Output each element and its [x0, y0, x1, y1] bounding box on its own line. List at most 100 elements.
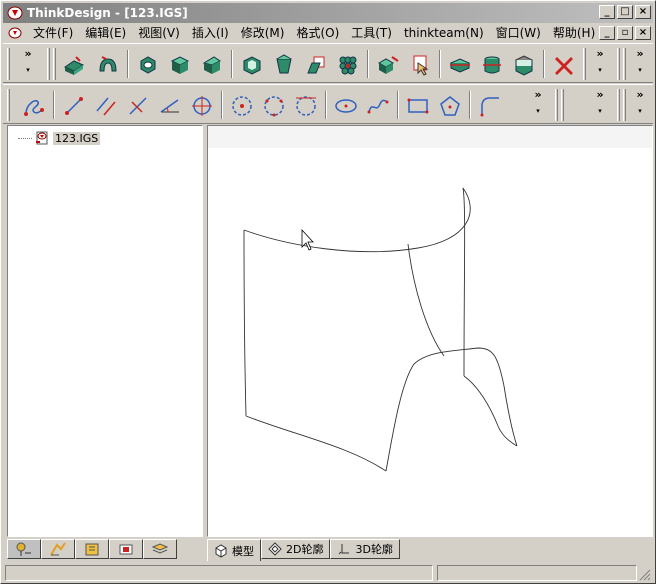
doc-restore-button[interactable]: ▫	[617, 26, 633, 40]
doc-minimize-button[interactable]: _	[599, 26, 615, 40]
surface-edge-lower-right	[463, 375, 518, 447]
tab-model[interactable]: 模型	[207, 539, 261, 561]
status-bar	[3, 563, 653, 583]
menu-help[interactable]: 帮助(H)	[547, 24, 601, 42]
document-icon[interactable]	[7, 26, 23, 40]
tab-model-tree[interactable]	[7, 539, 41, 559]
menu-tools[interactable]: 工具(T)	[345, 24, 398, 42]
offset-face-icon[interactable]	[303, 52, 329, 78]
section-solid-icon[interactable]	[479, 52, 505, 78]
toolbar-curves: » ▾ » ▾ » ▾	[3, 84, 653, 124]
igs-file-icon	[36, 131, 48, 145]
menu-insert[interactable]: 插入(I)	[186, 24, 235, 42]
toolbar-separator	[127, 50, 129, 78]
tab-parts[interactable]	[75, 539, 109, 559]
rectangle-icon[interactable]	[405, 93, 431, 119]
history-tab-icon	[50, 542, 66, 556]
freeform-curve-icon[interactable]	[21, 93, 47, 119]
layers-tab-icon	[151, 543, 169, 554]
toolbar-separator	[325, 91, 327, 119]
tree-item-label[interactable]: 123.IGS	[53, 131, 101, 145]
ellipse-icon[interactable]	[333, 93, 359, 119]
menu-edit[interactable]: 编辑(E)	[79, 24, 132, 42]
toolbar-grip[interactable]	[7, 48, 10, 80]
box-solid-icon[interactable]	[167, 52, 193, 78]
2d-profile-icon	[268, 542, 282, 556]
toolbar-more-button[interactable]: » ▾	[593, 48, 607, 78]
line-icon[interactable]	[61, 93, 87, 119]
spline-icon[interactable]	[365, 93, 391, 119]
circle-center-icon[interactable]	[229, 93, 255, 119]
maximize-button[interactable]: □	[617, 5, 633, 19]
revolve-solid-icon[interactable]	[95, 52, 121, 78]
select-face-icon[interactable]	[407, 52, 433, 78]
split-solid-icon[interactable]	[447, 52, 473, 78]
view-tab-bar: 模型 2D轮廓 3D轮廓	[207, 539, 400, 561]
angle-line-icon[interactable]	[157, 93, 183, 119]
toolbar-grip[interactable]	[47, 48, 50, 80]
doc-close-button[interactable]: ×	[635, 26, 651, 40]
draft-solid-icon[interactable]	[271, 52, 297, 78]
menu-file[interactable]: 文件(F)	[27, 24, 79, 42]
toolbar-more-button[interactable]: » ▾	[531, 89, 545, 119]
tab-3d-profile[interactable]: 3D轮廓	[330, 539, 400, 559]
tree-connector	[18, 137, 32, 139]
center-line-icon[interactable]	[189, 93, 215, 119]
perpendicular-line-icon[interactable]	[125, 93, 151, 119]
parallel-line-icon[interactable]	[93, 93, 119, 119]
toolbar-more-button[interactable]: » ▾	[633, 48, 647, 78]
parts-tab-icon	[85, 543, 99, 556]
toolbar-separator	[543, 50, 545, 78]
toolbar-grip[interactable]	[7, 89, 10, 121]
tab-2d-profile[interactable]: 2D轮廓	[261, 539, 331, 559]
title-bar[interactable]: ThinkDesign - [123.IGS] _ □ ×	[3, 3, 653, 23]
panel-tab-bar	[7, 539, 203, 561]
menu-window[interactable]: 窗口(W)	[490, 24, 547, 42]
toolbar-more-button[interactable]: » ▾	[21, 48, 35, 78]
surface-edge-right	[462, 187, 466, 377]
model-cube-icon	[215, 543, 227, 558]
tab-materials[interactable]	[109, 539, 143, 559]
tab-layers[interactable]	[143, 539, 177, 559]
circle-tangent-icon[interactable]	[293, 93, 319, 119]
extrude-solid-icon[interactable]	[61, 52, 87, 78]
model-tree-panel[interactable]: 123.IGS	[7, 125, 203, 537]
surface-edge-bottom	[245, 415, 387, 472]
toolbar-more-button[interactable]: » ▾	[633, 89, 647, 119]
toolbar-separator	[367, 50, 369, 78]
fillet-curve-icon[interactable]	[477, 93, 503, 119]
minimize-button[interactable]: _	[599, 5, 615, 19]
menu-bar: 文件(F) 编辑(E) 视图(V) 插入(I) 修改(M) 格式(O) 工具(T…	[3, 23, 653, 43]
toolbar-grip[interactable]	[623, 89, 626, 121]
hole-solid-icon[interactable]	[135, 52, 161, 78]
menu-thinkteam[interactable]: thinkteam(N)	[398, 24, 490, 42]
tab-3d-profile-label: 3D轮廓	[355, 543, 393, 556]
menu-format[interactable]: 格式(O)	[290, 24, 345, 42]
toolbar-grip[interactable]	[623, 48, 626, 80]
close-button[interactable]: ×	[635, 5, 651, 19]
toolbar-grip[interactable]	[555, 89, 558, 121]
toolbar-grip[interactable]	[583, 48, 586, 80]
tree-item-root[interactable]: 123.IGS	[18, 130, 101, 146]
menu-view[interactable]: 视图(V)	[132, 24, 186, 42]
circle-three-point-icon[interactable]	[261, 93, 287, 119]
shell-solid-icon[interactable]	[239, 52, 265, 78]
toolbar-grip[interactable]	[53, 48, 56, 80]
layer-solid-icon[interactable]	[511, 52, 537, 78]
toolbar-grip[interactable]	[561, 89, 564, 121]
toolbar-grip[interactable]	[617, 48, 620, 80]
tab-history[interactable]	[41, 539, 75, 559]
toolbar-separator	[397, 91, 399, 119]
boolean-solid-icon[interactable]	[375, 52, 401, 78]
toolbar-separator	[221, 91, 223, 119]
menu-modify[interactable]: 修改(M)	[235, 24, 291, 42]
pattern-solid-icon[interactable]	[335, 52, 361, 78]
resize-grip-icon[interactable]	[639, 569, 651, 581]
3d-viewport[interactable]	[207, 125, 653, 537]
wedge-solid-icon[interactable]	[199, 52, 225, 78]
polygon-icon[interactable]	[437, 93, 463, 119]
toolbar-more-button[interactable]: » ▾	[593, 89, 607, 119]
thinkdesign-logo-icon	[7, 6, 23, 20]
delete-icon[interactable]	[551, 52, 577, 78]
toolbar-grip[interactable]	[617, 89, 620, 121]
